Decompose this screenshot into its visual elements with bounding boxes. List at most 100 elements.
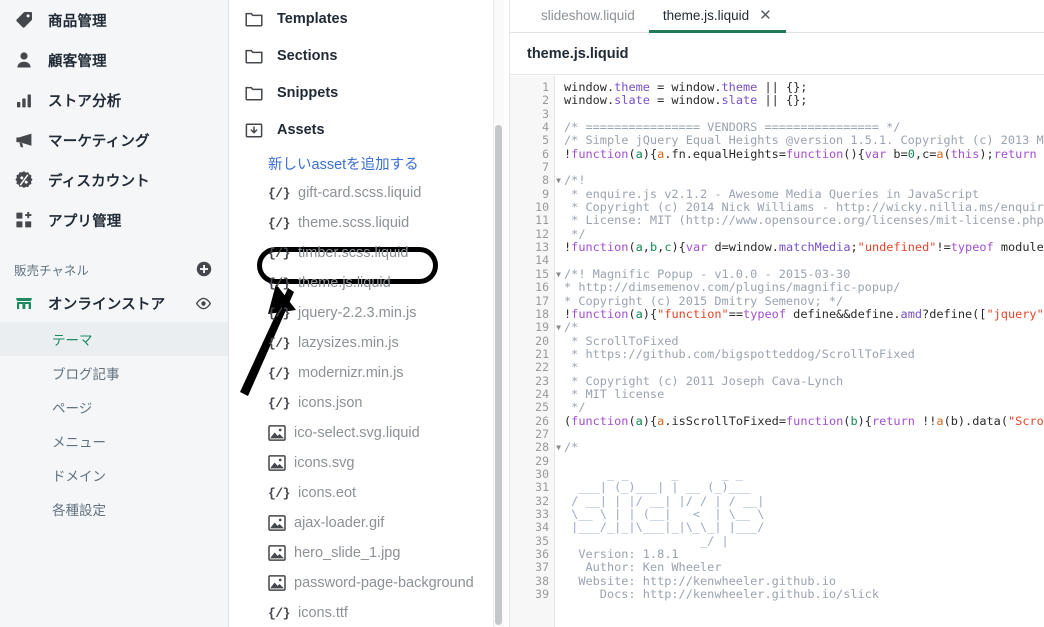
fold-toggle-icon[interactable]: ▼ <box>554 322 563 333</box>
fold-toggle-icon[interactable]: ▼ <box>554 269 563 280</box>
file-row[interactable]: password-page-background <box>229 568 509 598</box>
line-number: 4 <box>542 120 549 135</box>
sidebar-item-5[interactable]: ディスカウント <box>0 160 228 200</box>
sidebar-subitem-3[interactable]: ページ <box>0 390 228 424</box>
line-number: 21 <box>535 346 549 361</box>
folder-row-snippets[interactable]: Snippets <box>229 74 509 111</box>
code-line: Author: Ken Wheeler <box>564 560 722 575</box>
folder-icon <box>244 83 264 103</box>
folder-row-assets[interactable]: Assets <box>229 111 509 148</box>
folder-row-sections[interactable]: Sections <box>229 37 509 74</box>
file-name: icons.eot <box>298 485 357 501</box>
editor-tab-2[interactable]: theme.js.liquid ✕ <box>648 0 786 33</box>
code-line: * Copyright (c) 2015 Dmitry Semenov; */ <box>564 293 844 308</box>
line-number: 37 <box>535 560 549 575</box>
file-row[interactable]: {/} theme.scss.liquid <box>229 208 509 238</box>
file-row[interactable]: icons.svg <box>229 448 509 478</box>
line-number: 3 <box>542 106 549 121</box>
code-area[interactable]: 1 2 3 4 5 6 7 8 ▼ 9 10 11 12 13 14 15 ▼ 16 17 18 19 ▼ 20 21 22 23… <box>510 76 1044 627</box>
code-file-icon: {/} <box>268 485 290 501</box>
file-row[interactable]: {/} jquery-2.2.3.min.js <box>229 298 509 328</box>
line-number: 38 <box>535 573 549 588</box>
sidebar-item-online-store[interactable]: オンラインストア <box>0 284 228 322</box>
sidebar-item-label: ストア分析 <box>48 93 122 110</box>
code-editor-panel: slideshow.liquid theme.js.liquid ✕ theme.j… <box>510 0 1044 627</box>
sidebar-subitem-4[interactable]: メニュー <box>0 424 228 458</box>
line-number: 2 <box>542 93 549 108</box>
folder-label: Assets <box>277 121 325 138</box>
line-number: 15 ▼ <box>510 267 561 281</box>
file-row[interactable]: {/} gift-card.scss.liquid <box>229 178 509 208</box>
close-icon[interactable]: ✕ <box>759 8 772 23</box>
editor-tab-1[interactable]: slideshow.liquid <box>527 0 649 33</box>
sidebar-item-6[interactable]: アプリ管理 <box>0 200 228 240</box>
code-line: * ScrollToFixed <box>564 333 679 348</box>
code-line: */ <box>564 400 586 415</box>
file-row[interactable]: {/} icons.json <box>229 388 509 418</box>
code-line: /* <box>564 320 579 335</box>
sidebar-subitem-1[interactable]: テーマ <box>0 322 228 356</box>
code-line: Website: http://kenwheeler.github.io <box>564 573 837 588</box>
folder-row-templates[interactable]: Templates <box>229 0 509 37</box>
file-row[interactable]: {/} icons.ttf <box>229 598 509 627</box>
line-number: 16 <box>535 280 549 295</box>
file-row[interactable]: ajax-loader.gif <box>229 508 509 538</box>
code-line: /*! Magnific Popup - v1.0.0 - 2015-03-30 <box>564 266 851 281</box>
code-content[interactable]: window.theme = window.theme || {}; window… <box>555 76 1044 627</box>
sidebar-subitem-5[interactable]: ドメイン <box>0 458 228 492</box>
sidebar-item-3[interactable]: ストア分析 <box>0 80 228 120</box>
code-line: !function(a){a.fn.equalHeights=function(… <box>564 146 1044 161</box>
file-row[interactable]: {/} icons.eot <box>229 478 509 508</box>
sidebar-subitem-6[interactable]: 各種設定 <box>0 492 228 526</box>
code-file-icon: {/} <box>268 275 290 291</box>
line-number: 25 <box>535 400 549 415</box>
fold-toggle-icon[interactable]: ▼ <box>554 442 563 453</box>
file-row[interactable]: ico-select.svg.liquid <box>229 418 509 448</box>
file-row[interactable]: {/} lazysizes.min.js <box>229 328 509 358</box>
code-line: /* ================ VENDORS ============… <box>564 120 901 135</box>
code-line: window.slate = window.slate || {}; <box>564 93 808 108</box>
code-line: /* Simple jQuery Equal Heights @version … <box>564 133 1044 148</box>
line-number: 9 <box>542 186 549 201</box>
sidebar-item-1[interactable]: 商品管理 <box>0 0 228 40</box>
line-number-gutter: 1 2 3 4 5 6 7 8 ▼ 9 10 11 12 13 14 15 ▼ 16 17 18 19 ▼ 20 21 22 23… <box>510 76 561 627</box>
file-row[interactable]: {/} timber.scss.liquid <box>229 238 509 268</box>
file-name: theme.scss.liquid <box>298 215 410 231</box>
editor-tab-bar: slideshow.liquid theme.js.liquid ✕ <box>510 0 1044 33</box>
file-name: password-page-background <box>294 575 474 591</box>
folder-download-icon <box>244 120 264 140</box>
code-line: * Copyright (c) 2011 Joseph Cava-Lynch <box>564 373 844 388</box>
person-icon <box>14 50 34 70</box>
code-line: !function(a){"function"==typeof define&&… <box>564 306 1044 321</box>
fold-toggle-icon[interactable]: ▼ <box>554 175 563 186</box>
file-name: lazysizes.min.js <box>298 335 399 351</box>
code-line: / __| | |/ __| |/ / | / __| <box>564 493 765 508</box>
bar-chart-icon <box>14 90 34 110</box>
code-file-icon: {/} <box>268 245 290 261</box>
folder-label: Sections <box>277 47 338 64</box>
eye-icon[interactable] <box>195 295 212 312</box>
sidebar-subitem-2[interactable]: ブログ記事 <box>0 356 228 390</box>
line-number: 36 <box>535 547 549 562</box>
line-number: 27 <box>535 426 549 441</box>
file-row[interactable]: {/} modernizr.min.js <box>229 358 509 388</box>
image-file-icon <box>268 425 286 441</box>
plus-circle-icon[interactable] <box>196 261 212 277</box>
line-number: 11 <box>535 213 549 228</box>
file-row[interactable]: hero_slide_1.jpg <box>229 538 509 568</box>
add-asset-link[interactable]: 新しいassetを追加する <box>229 148 509 178</box>
code-line: * <box>564 360 579 375</box>
sidebar-item-2[interactable]: 顧客管理 <box>0 40 228 80</box>
folder-icon <box>244 46 264 66</box>
image-file-icon <box>268 515 286 531</box>
line-number: 18 <box>535 306 549 321</box>
sidebar-item-4[interactable]: マーケティング <box>0 120 228 160</box>
file-tree-body: Templates Sections Snippets Assets 新しいassetを… <box>229 0 509 627</box>
file-row[interactable]: {/} theme.js.liquid <box>229 268 509 298</box>
file-name: hero_slide_1.jpg <box>294 545 401 561</box>
line-number: 12 <box>535 226 549 241</box>
file-name: icons.svg <box>294 455 355 471</box>
sales-channels-title: 販売チャネル <box>14 263 89 278</box>
image-file-icon <box>268 455 286 471</box>
